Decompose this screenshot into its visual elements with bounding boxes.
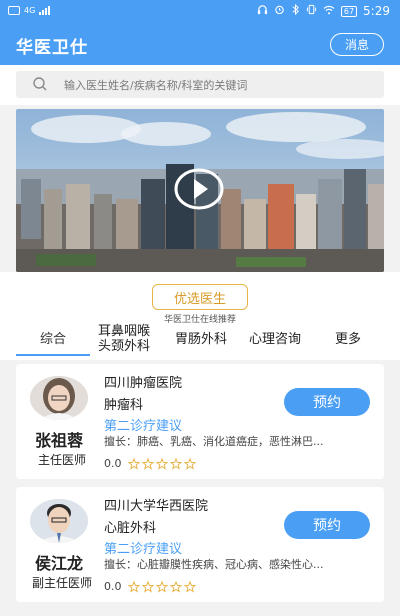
- message-button[interactable]: 消息: [330, 33, 384, 56]
- star-icon: [183, 457, 196, 470]
- status-bar: 4G 67 5:29: [0, 0, 400, 24]
- star-icon: [169, 580, 182, 593]
- recommend-title: 优选医生: [152, 284, 248, 310]
- star-icon: [141, 457, 154, 470]
- alarm-icon: [274, 4, 285, 18]
- specialty-text: 擅长：心脏瓣膜性疾病、冠心病、感染性心...: [104, 558, 324, 571]
- search-input[interactable]: 输入医生姓名/疾病名称/科室的关键词: [16, 71, 384, 98]
- department-name: 肿瘤科: [104, 398, 144, 413]
- doctor-name: 张祖蓉: [34, 431, 83, 450]
- wifi-icon: [323, 5, 335, 18]
- active-tab-indicator: [16, 354, 90, 356]
- clock: 5:29: [363, 4, 390, 18]
- search-section: 输入医生姓名/疾病名称/科室的关键词: [0, 65, 400, 105]
- app-title: 华医卫仕: [16, 38, 88, 58]
- star-icon: [155, 580, 168, 593]
- star-rating: [127, 457, 196, 470]
- rating-row: 0.0: [104, 457, 196, 470]
- doctor-name: 侯江龙: [34, 554, 83, 573]
- department-name: 心脏外科: [104, 521, 157, 536]
- tab-gastro[interactable]: 胃肠外科: [164, 332, 238, 347]
- rating-row: 0.0: [104, 580, 196, 593]
- doctor-title: 主任医师: [37, 453, 86, 467]
- recommend-section: 优选医生 华医卫仕在线推荐 综合 耳鼻咽喉 头颈外科 胃肠外科 心理咨询 更多: [0, 272, 400, 360]
- advice-label: 第二诊疗建议: [104, 542, 183, 557]
- star-icon: [183, 580, 196, 593]
- star-icon: [169, 457, 182, 470]
- headphones-icon: [257, 4, 268, 18]
- hospital-name: 四川肿瘤医院: [104, 376, 183, 391]
- star-icon: [155, 457, 168, 470]
- vibrate-icon: [306, 4, 317, 18]
- doctor-avatar: [30, 376, 88, 420]
- bluetooth-icon: [291, 3, 300, 18]
- book-button[interactable]: 预约: [284, 511, 370, 539]
- hospital-name: 四川大学华西医院: [104, 499, 209, 514]
- specialty-text: 擅长：肺癌、乳癌、消化道癌症，恶性淋巴...: [104, 435, 324, 448]
- hd-icon: [8, 5, 20, 15]
- star-icon: [141, 580, 154, 593]
- signal-icon: [39, 5, 51, 15]
- doctor-card[interactable]: 张祖蓉 主任医师 四川肿瘤医院 肿瘤科 第二诊疗建议 擅长：肺癌、乳癌、消化道癌…: [16, 364, 384, 479]
- network-label: 4G: [24, 5, 36, 15]
- tab-ent[interactable]: 耳鼻咽喉 头颈外科: [86, 324, 162, 354]
- rating-score: 0.0: [104, 457, 122, 470]
- category-tabs: 综合 耳鼻咽喉 头颈外科 胃肠外科 心理咨询 更多: [0, 324, 400, 358]
- book-button[interactable]: 预约: [284, 388, 370, 416]
- star-rating: [127, 580, 196, 593]
- app-header: 华医卫仕 消息: [0, 24, 400, 65]
- battery-icon: 67: [340, 5, 358, 17]
- search-icon: [32, 76, 48, 96]
- star-icon: [127, 457, 140, 470]
- rating-score: 0.0: [104, 580, 122, 593]
- advice-label: 第二诊疗建议: [104, 419, 183, 434]
- tab-more[interactable]: 更多: [312, 332, 384, 347]
- play-icon: [174, 168, 224, 210]
- video-banner[interactable]: [16, 109, 384, 272]
- doctor-title: 副主任医师: [31, 576, 92, 590]
- tab-psych[interactable]: 心理咨询: [238, 332, 312, 347]
- star-icon: [127, 580, 140, 593]
- search-placeholder: 输入医生姓名/疾病名称/科室的关键词: [64, 79, 248, 92]
- play-button[interactable]: [174, 168, 224, 210]
- doctor-avatar: [30, 499, 88, 543]
- doctor-card[interactable]: 侯江龙 副主任医师 四川大学华西医院 心脏外科 第二诊疗建议 擅长：心脏瓣膜性疾…: [16, 487, 384, 602]
- tab-general[interactable]: 综合: [16, 332, 90, 347]
